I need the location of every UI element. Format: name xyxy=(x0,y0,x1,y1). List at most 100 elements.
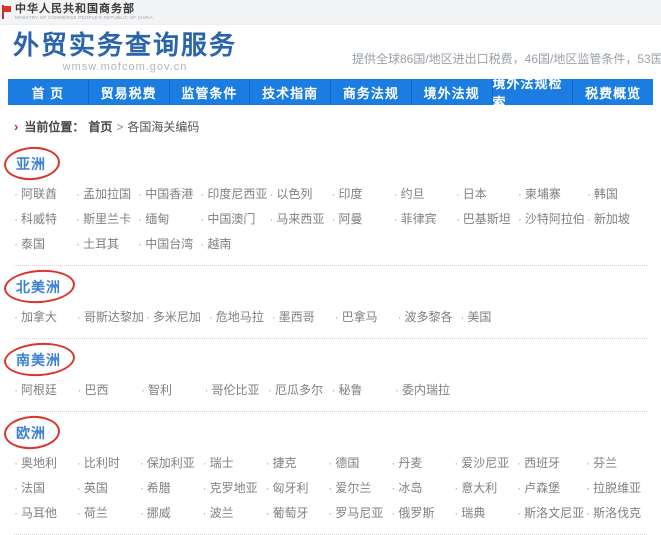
country-link[interactable]: ·土耳其 xyxy=(76,237,136,252)
country-link[interactable]: ·波多黎各 xyxy=(397,310,458,325)
bullet-icon: · xyxy=(76,237,80,251)
nav-item-2[interactable]: 监管条件 xyxy=(169,79,250,105)
country-link[interactable]: ·秘鲁 xyxy=(332,383,394,398)
nav-item-1[interactable]: 贸易税费 xyxy=(88,79,169,105)
country-link[interactable]: ·巴西 xyxy=(78,383,140,398)
country-link[interactable]: ·智利 xyxy=(141,383,203,398)
country-link[interactable]: ·多米尼加 xyxy=(146,310,207,325)
country-link[interactable]: ·爱沙尼亚 xyxy=(454,456,515,471)
country-link[interactable]: ·菲律宾 xyxy=(394,212,454,227)
bullet-icon: · xyxy=(138,237,142,251)
continent-title: 南美洲 xyxy=(16,352,61,368)
country-link[interactable]: ·巴拿马 xyxy=(335,310,396,325)
country-link[interactable]: ·哥伦比亚 xyxy=(205,383,267,398)
country-link[interactable]: ·马来西亚 xyxy=(269,212,329,227)
country-link[interactable]: ·新加坡 xyxy=(587,212,647,227)
bullet-icon: · xyxy=(586,506,590,520)
country-link[interactable]: ·厄瓜多尔 xyxy=(268,383,330,398)
country-link[interactable]: ·挪威 xyxy=(140,506,201,521)
country-link[interactable]: ·印度尼西亚 xyxy=(200,187,267,202)
country-link[interactable]: ·卢森堡 xyxy=(517,481,584,496)
country-link[interactable]: ·荷兰 xyxy=(77,506,138,521)
country-link[interactable]: ·阿曼 xyxy=(332,212,392,227)
country-link[interactable]: ·阿根廷 xyxy=(14,383,76,398)
nav-item-4[interactable]: 商务法规 xyxy=(330,79,411,105)
country-link[interactable]: ·柬埔寨 xyxy=(518,187,585,202)
country-link[interactable]: ·阿联酋 xyxy=(14,187,74,202)
country-link[interactable]: ·哥斯达黎加 xyxy=(77,310,144,325)
country-link[interactable]: ·泰国 xyxy=(14,237,74,252)
country-link[interactable]: ·越南 xyxy=(200,237,267,252)
country-link[interactable]: ·德国 xyxy=(328,456,389,471)
country-link[interactable]: ·以色列 xyxy=(269,187,329,202)
country-link[interactable]: ·马耳他 xyxy=(14,506,75,521)
country-name: 爱尔兰 xyxy=(335,481,371,495)
country-link[interactable]: ·委内瑞拉 xyxy=(395,383,457,398)
country-link[interactable]: ·印度 xyxy=(332,187,392,202)
country-link[interactable]: ·墨西哥 xyxy=(272,310,333,325)
country-link[interactable]: ·俄罗斯 xyxy=(391,506,452,521)
country-link[interactable]: ·西班牙 xyxy=(517,456,584,471)
nav-item-0[interactable]: 首 页 xyxy=(8,79,88,105)
country-link[interactable]: ·瑞士 xyxy=(203,456,264,471)
country-name: 约旦 xyxy=(401,187,425,201)
country-link[interactable]: ·罗马尼亚 xyxy=(328,506,389,521)
continent-header: 南美洲 xyxy=(16,350,61,370)
bullet-icon: · xyxy=(205,383,209,397)
country-name: 新加坡 xyxy=(594,212,630,226)
nav-item-6[interactable]: 境外法规检索 xyxy=(492,79,573,105)
country-name: 中国澳门 xyxy=(207,212,255,226)
country-link[interactable]: ·保加利亚 xyxy=(140,456,201,471)
country-link[interactable]: ·捷克 xyxy=(266,456,327,471)
country-link[interactable]: ·葡萄牙 xyxy=(266,506,327,521)
country-link[interactable]: ·希腊 xyxy=(140,481,201,496)
bullet-icon: · xyxy=(332,212,336,226)
country-link[interactable]: ·匈牙利 xyxy=(266,481,327,496)
country-link[interactable]: ·约旦 xyxy=(394,187,454,202)
country-link[interactable]: ·巴基斯坦 xyxy=(456,212,516,227)
country-link[interactable]: ·奥地利 xyxy=(14,456,75,471)
country-name: 印度 xyxy=(339,187,363,201)
nav-item-7[interactable]: 税费概览 xyxy=(572,79,653,105)
bullet-icon: · xyxy=(587,187,591,201)
country-link[interactable]: ·斯洛伐克 xyxy=(586,506,647,521)
country-link[interactable]: ·冰岛 xyxy=(391,481,452,496)
country-link[interactable]: ·斯洛文尼亚 xyxy=(517,506,584,521)
country-link[interactable]: ·加拿大 xyxy=(14,310,75,325)
country-link[interactable]: ·科威特 xyxy=(14,212,74,227)
country-name: 韩国 xyxy=(594,187,618,201)
nav-item-5[interactable]: 境外法规 xyxy=(411,79,492,105)
country-link[interactable]: ·芬兰 xyxy=(586,456,647,471)
country-link[interactable]: ·拉脱维亚 xyxy=(586,481,647,496)
country-link[interactable]: ·缅甸 xyxy=(138,212,198,227)
country-name: 波多黎各 xyxy=(404,310,452,324)
ministry-logo-title: 中华人民共和国商务部 xyxy=(15,4,165,15)
country-link[interactable]: ·英国 xyxy=(77,481,138,496)
nav-item-3[interactable]: 技术指南 xyxy=(249,79,330,105)
country-link[interactable]: ·中国澳门 xyxy=(200,212,267,227)
country-name: 墨西哥 xyxy=(279,310,315,324)
country-link[interactable]: ·韩国 xyxy=(587,187,647,202)
bullet-icon: · xyxy=(272,310,276,324)
country-link[interactable]: ·爱尔兰 xyxy=(328,481,389,496)
country-link[interactable]: ·中国台湾 xyxy=(138,237,198,252)
country-link[interactable]: ·中国香港 xyxy=(138,187,198,202)
country-link[interactable]: ·斯里兰卡 xyxy=(76,212,136,227)
country-name: 罗马尼亚 xyxy=(335,506,383,520)
country-link[interactable]: ·波兰 xyxy=(203,506,264,521)
bullet-icon: · xyxy=(335,310,339,324)
country-link[interactable]: ·克罗地亚 xyxy=(203,481,264,496)
country-link[interactable]: ·沙特阿拉伯 xyxy=(518,212,585,227)
breadcrumb-home-link[interactable]: 首页 xyxy=(88,118,112,135)
country-link[interactable]: ·意大利 xyxy=(454,481,515,496)
country-link[interactable]: ·丹麦 xyxy=(391,456,452,471)
country-link[interactable]: ·美国 xyxy=(460,310,521,325)
country-name: 哥伦比亚 xyxy=(212,383,260,397)
country-link[interactable]: ·瑞典 xyxy=(454,506,515,521)
country-link[interactable]: ·比利时 xyxy=(77,456,138,471)
bullet-icon: · xyxy=(140,481,144,495)
country-link[interactable]: ·危地马拉 xyxy=(209,310,270,325)
country-link[interactable]: ·孟加拉国 xyxy=(76,187,136,202)
country-link[interactable]: ·日本 xyxy=(456,187,516,202)
country-link[interactable]: ·法国 xyxy=(14,481,75,496)
